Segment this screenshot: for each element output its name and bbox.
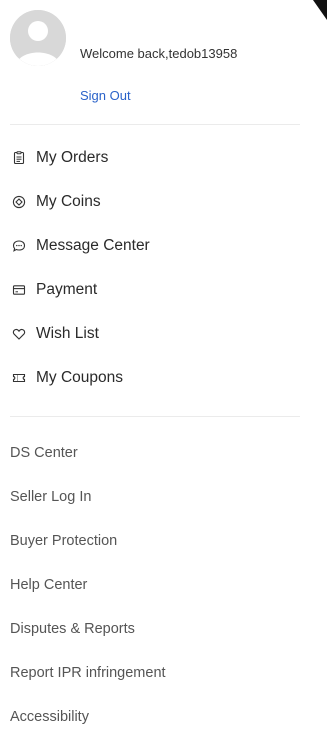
heart-icon [10, 325, 28, 343]
account-menu-panel: Welcome back,tedob13958 Sign Out My Orde… [0, 0, 327, 754]
menu-item-my-coupons[interactable]: My Coupons [10, 356, 300, 400]
menu-label: Payment [36, 281, 98, 298]
payment-card-icon [10, 281, 28, 299]
welcome-text: Welcome back,tedob13958 [80, 46, 238, 61]
link-accessibility[interactable]: Accessibility [10, 695, 300, 739]
orders-icon [10, 149, 28, 167]
menu-label: My Coupons [36, 369, 124, 386]
coins-icon [10, 193, 28, 211]
link-help-center[interactable]: Help Center [10, 563, 300, 607]
user-avatar-icon [10, 10, 66, 66]
sign-out-link[interactable]: Sign Out [80, 88, 131, 103]
menu-label: Message Center [36, 237, 150, 254]
menu-label: My Orders [36, 149, 109, 166]
divider [10, 416, 300, 417]
account-header: Welcome back,tedob13958 Sign Out [10, 10, 317, 114]
menu-item-my-orders[interactable]: My Orders [10, 136, 300, 180]
message-icon [10, 237, 28, 255]
link-disputes-reports[interactable]: Disputes & Reports [10, 607, 300, 651]
menu-item-payment[interactable]: Payment [10, 268, 300, 312]
primary-menu: My Orders My Coins Message Center Paymen… [10, 136, 300, 400]
secondary-menu: DS Center Seller Log In Buyer Protection… [10, 431, 300, 739]
menu-item-wish-list[interactable]: Wish List [10, 312, 300, 356]
coupon-icon [10, 369, 28, 387]
link-ds-center[interactable]: DS Center [10, 431, 300, 475]
link-report-ipr[interactable]: Report IPR infringement [10, 651, 300, 695]
link-buyer-protection[interactable]: Buyer Protection [10, 519, 300, 563]
divider [10, 124, 300, 125]
link-seller-log-in[interactable]: Seller Log In [10, 475, 300, 519]
avatar[interactable] [10, 10, 66, 66]
menu-label: Wish List [36, 325, 99, 342]
menu-item-message-center[interactable]: Message Center [10, 224, 300, 268]
menu-label: My Coins [36, 193, 101, 210]
menu-item-my-coins[interactable]: My Coins [10, 180, 300, 224]
